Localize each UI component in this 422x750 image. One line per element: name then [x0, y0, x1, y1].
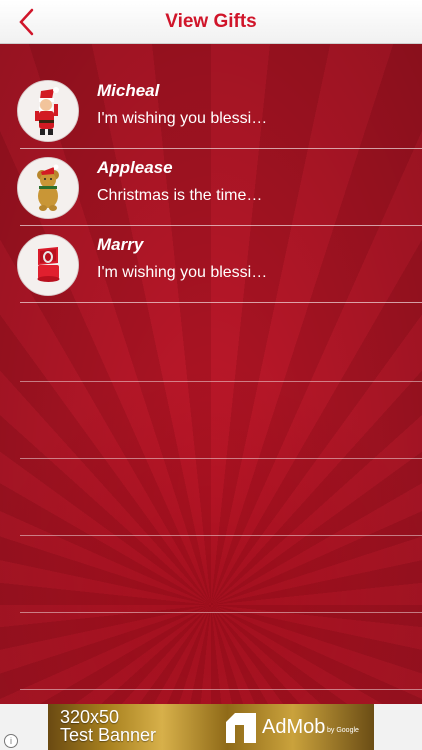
empty-row-divider — [20, 381, 422, 382]
ad-size-label: 320x50 — [60, 707, 120, 727]
admob-logo-icon — [226, 713, 256, 743]
gift-row-marry[interactable]: Marry I'm wishing you blessi… — [17, 226, 422, 303]
gift-row-applease[interactable]: Applease Christmas is the time… — [17, 149, 422, 226]
gift-row-micheal[interactable]: Micheal I'm wishing you blessi… — [17, 72, 422, 149]
navigation-bar: View Gifts — [0, 0, 422, 44]
ad-test-label: Test Banner — [60, 725, 157, 745]
ad-text: 320x50 Test Banner — [60, 708, 156, 744]
gift-message: I'm wishing you blessi… — [97, 264, 268, 281]
empty-row-divider — [20, 612, 422, 613]
ad-brand-sub: by Google — [327, 727, 359, 734]
ad-banner-area: 320x50 Test Banner AdMob by Google — [0, 704, 422, 750]
gift-message: Christmas is the time… — [97, 187, 263, 204]
sender-name: Applease — [97, 158, 173, 177]
sender-name: Marry — [97, 235, 144, 254]
page-title: View Gifts — [165, 11, 257, 32]
sender-name: Micheal — [97, 81, 160, 100]
gift-message: I'm wishing you blessi… — [97, 110, 268, 127]
empty-row-divider — [20, 535, 422, 536]
ring-box-icon — [17, 234, 79, 296]
santa-icon — [17, 80, 79, 142]
empty-row-divider — [20, 458, 422, 459]
empty-row-divider — [20, 689, 422, 690]
ad-brand: AdMob — [262, 716, 326, 738]
info-icon[interactable]: i — [4, 734, 18, 748]
teddy-bear-icon — [17, 157, 79, 219]
ad-banner[interactable]: 320x50 Test Banner AdMob by Google — [48, 704, 374, 750]
